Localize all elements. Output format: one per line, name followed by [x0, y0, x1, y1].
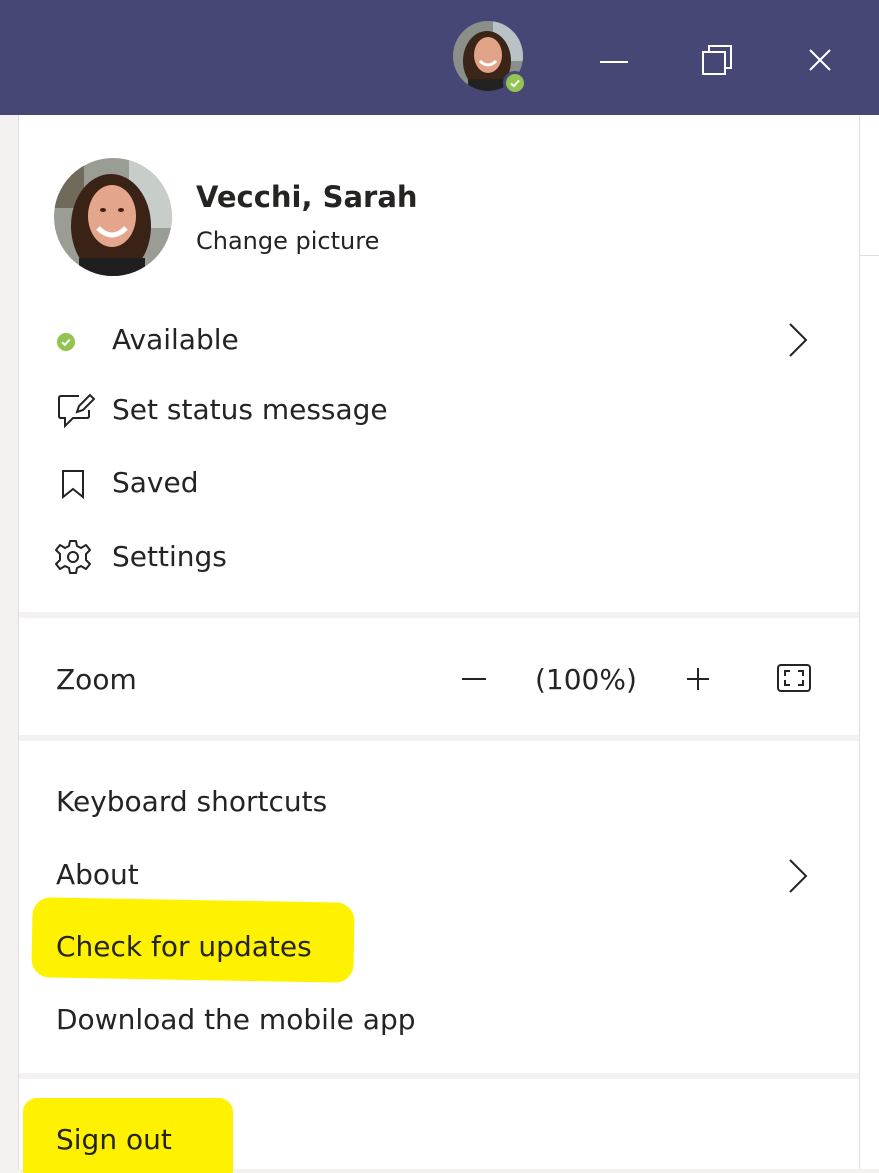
set-status-label: Set status message — [112, 393, 388, 426]
keyboard-shortcuts-item[interactable]: Keyboard shortcuts — [56, 785, 327, 818]
settings-label: Settings — [112, 540, 227, 573]
background-content — [860, 115, 879, 1169]
about-item[interactable]: About — [19, 850, 859, 900]
change-picture-link[interactable]: Change picture — [196, 227, 379, 255]
title-bar-avatar[interactable] — [453, 21, 527, 95]
about-label: About — [56, 858, 139, 891]
fullscreen-button[interactable] — [776, 663, 812, 693]
gear-icon — [55, 540, 91, 574]
chevron-right-icon — [789, 859, 808, 893]
zoom-out-button[interactable] — [459, 660, 489, 696]
download-mobile-app-item[interactable]: Download the mobile app — [56, 1003, 416, 1036]
divider — [860, 255, 879, 256]
settings-item[interactable]: Settings — [19, 532, 859, 582]
restore-icon — [702, 45, 732, 75]
zoom-level: (100%) — [535, 663, 637, 696]
available-dot-icon — [57, 333, 75, 351]
zoom-label: Zoom — [56, 663, 137, 696]
status-available-item[interactable]: Available — [19, 315, 859, 365]
sign-out-item[interactable]: Sign out — [56, 1123, 172, 1156]
edit-message-icon — [58, 393, 95, 429]
minimize-icon — [600, 61, 628, 63]
close-icon — [809, 49, 831, 71]
chevron-right-icon — [789, 323, 808, 357]
saved-label: Saved — [112, 466, 199, 499]
check-for-updates-item[interactable]: Check for updates — [56, 930, 312, 963]
profile-name: Vecchi, Sarah — [196, 180, 418, 214]
zoom-in-button[interactable] — [683, 660, 713, 696]
set-status-message-item[interactable]: Set status message — [19, 385, 859, 435]
plus-icon — [687, 668, 709, 690]
profile-avatar[interactable] — [54, 158, 172, 276]
saved-item[interactable]: Saved — [19, 458, 859, 508]
profile-menu: Vecchi, Sarah Change picture Available S… — [18, 115, 860, 1173]
section-divider — [19, 1073, 859, 1079]
status-label: Available — [112, 323, 239, 356]
fullscreen-icon — [777, 664, 811, 692]
section-divider — [19, 735, 859, 741]
avatar-photo — [54, 158, 172, 276]
minimize-button[interactable] — [590, 35, 638, 83]
maximize-button[interactable] — [692, 35, 740, 83]
close-button[interactable] — [796, 35, 844, 83]
title-bar — [0, 0, 879, 115]
presence-available-icon — [503, 71, 527, 95]
bookmark-icon — [62, 470, 84, 500]
section-divider — [19, 612, 859, 618]
minus-icon — [462, 678, 486, 680]
